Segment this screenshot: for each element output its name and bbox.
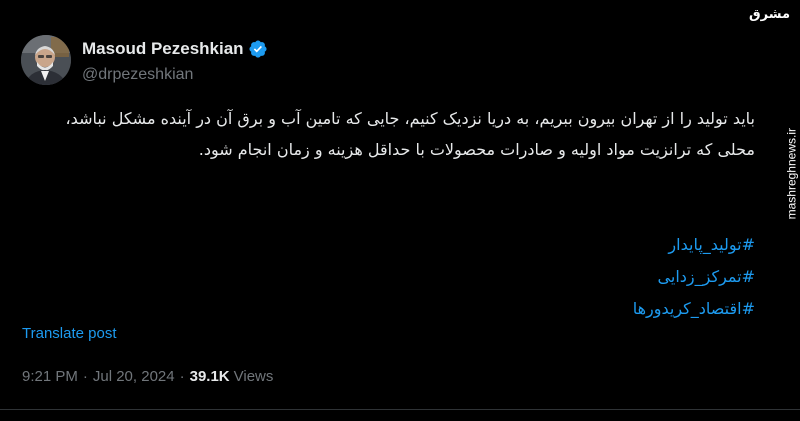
hashtag-list: #تولید_پایدار #تمرکز_زدایی #اقتصاد_کریدو…	[633, 229, 755, 325]
name-row: Masoud Pezeshkian	[82, 38, 268, 60]
author-block: Masoud Pezeshkian @drpezeshkian	[82, 38, 268, 86]
hashtag-link[interactable]: #اقتصاد_کریدورها	[633, 293, 755, 325]
tweet-meta: 9:21 PM · Jul 20, 2024 · 39.1K Views	[22, 368, 273, 385]
hashtag-link[interactable]: #تمرکز_زدایی	[633, 261, 755, 293]
display-name[interactable]: Masoud Pezeshkian	[82, 38, 244, 60]
avatar-photo	[21, 35, 71, 85]
translate-post-link[interactable]: Translate post	[22, 325, 117, 342]
post-time[interactable]: 9:21 PM	[22, 368, 78, 385]
avatar[interactable]	[21, 35, 71, 85]
divider	[0, 409, 800, 410]
meta-separator: ·	[82, 368, 88, 385]
watermark-site: mashreghnews.ir	[784, 128, 798, 220]
verified-badge-icon[interactable]	[248, 39, 268, 59]
meta-separator: ·	[179, 368, 185, 385]
views-count[interactable]: 39.1K	[190, 368, 230, 385]
post-date[interactable]: Jul 20, 2024	[93, 368, 175, 385]
watermark: مشرق mashreghnews.ir	[749, 7, 798, 219]
user-handle[interactable]: @drpezeshkian	[82, 64, 268, 86]
views-label: Views	[233, 368, 274, 385]
watermark-logo: مشرق	[749, 7, 790, 22]
hashtag-link[interactable]: #تولید_پایدار	[633, 229, 755, 261]
tweet-text: باید تولید را از تهران بیرون ببریم، به د…	[65, 109, 756, 159]
tweet-card: Masoud Pezeshkian @drpezeshkian مشرق mas…	[0, 0, 800, 421]
